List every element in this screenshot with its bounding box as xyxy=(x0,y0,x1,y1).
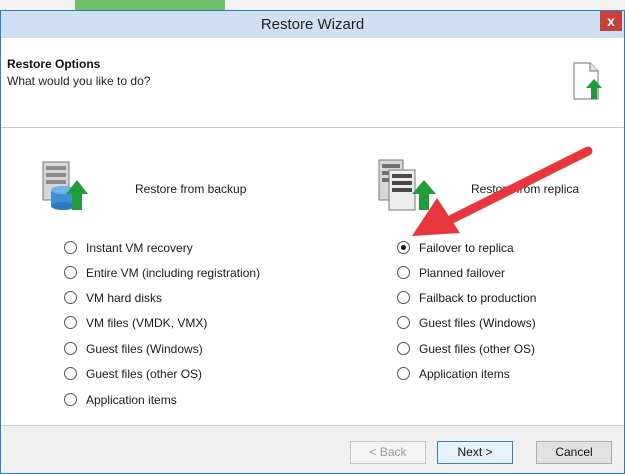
radio-button[interactable] xyxy=(397,367,410,381)
step-subtitle: What would you like to do? xyxy=(7,74,151,88)
restore-wizard-window: Restore Wizard x Restore Options What wo… xyxy=(0,10,625,474)
option-label: Failover to replica xyxy=(419,241,514,255)
radio-button[interactable] xyxy=(64,342,77,356)
option-label: VM hard disks xyxy=(86,291,163,305)
radio-button[interactable] xyxy=(64,266,77,280)
radio-button[interactable] xyxy=(64,241,77,255)
backup-option-entire-vm[interactable]: Entire VM (including registration) xyxy=(64,265,260,281)
backup-option-application-items[interactable]: Application items xyxy=(64,392,177,408)
cancel-button[interactable]: Cancel xyxy=(536,441,612,464)
option-label: Failback to production xyxy=(419,291,537,305)
restore-document-icon xyxy=(573,62,602,100)
replica-option-application-items[interactable]: Application items xyxy=(397,366,510,382)
option-label: VM files (VMDK, VMX) xyxy=(86,316,208,330)
option-label: Instant VM recovery xyxy=(86,241,193,255)
background-green-bar xyxy=(75,0,225,10)
radio-button[interactable] xyxy=(397,266,410,280)
backup-option-vm-hard-disks[interactable]: VM hard disks xyxy=(64,290,162,306)
option-label: Entire VM (including registration) xyxy=(86,266,261,280)
replica-option-planned-failover[interactable]: Planned failover xyxy=(397,265,505,281)
back-button[interactable]: < Back xyxy=(350,441,426,464)
replica-heading: Restore from replica xyxy=(471,182,580,196)
option-label: Guest files (other OS) xyxy=(86,367,203,381)
backup-option-guest-files-windows[interactable]: Guest files (Windows) xyxy=(64,341,203,357)
wizard-footer: < Back Next > Cancel xyxy=(1,426,624,473)
step-title: Restore Options xyxy=(7,57,101,71)
option-label: Planned failover xyxy=(419,266,506,280)
option-label: Application items xyxy=(419,367,510,381)
close-button[interactable]: x xyxy=(600,11,622,31)
option-label: Guest files (Windows) xyxy=(419,316,536,330)
replica-option-guest-files-windows[interactable]: Guest files (Windows) xyxy=(397,315,536,331)
option-label: Application items xyxy=(86,393,177,407)
next-button[interactable]: Next > xyxy=(437,441,513,464)
replica-option-guest-files-other-os[interactable]: Guest files (other OS) xyxy=(397,341,535,357)
options-body: Restore from backup Instant VM recovery … xyxy=(1,128,624,426)
radio-button[interactable] xyxy=(64,316,77,330)
replica-option-failback-to-production[interactable]: Failback to production xyxy=(397,290,536,306)
replica-option-failover-to-replica[interactable]: Failover to replica xyxy=(397,240,514,256)
radio-button[interactable] xyxy=(397,342,410,356)
radio-button[interactable] xyxy=(64,393,77,407)
option-label: Guest files (Windows) xyxy=(86,342,203,356)
backup-storage-icon xyxy=(42,161,88,210)
radio-button[interactable] xyxy=(397,316,410,330)
radio-button[interactable] xyxy=(397,291,410,305)
backup-option-guest-files-other-os[interactable]: Guest files (other OS) xyxy=(64,366,202,382)
background-top-strip xyxy=(0,0,625,10)
backup-option-vm-files[interactable]: VM files (VMDK, VMX) xyxy=(64,315,207,331)
option-label: Guest files (other OS) xyxy=(419,342,536,356)
radio-button[interactable] xyxy=(64,367,77,381)
backup-heading: Restore from backup xyxy=(135,182,247,196)
radio-button-selected[interactable] xyxy=(397,241,410,255)
window-title: Restore Wizard xyxy=(260,16,365,33)
wizard-header: Restore Options What would you like to d… xyxy=(1,38,624,128)
replica-servers-icon xyxy=(378,159,436,211)
title-bar[interactable]: Restore Wizard x xyxy=(1,11,624,38)
backup-option-instant-vm-recovery[interactable]: Instant VM recovery xyxy=(64,240,193,256)
radio-button[interactable] xyxy=(64,291,77,305)
